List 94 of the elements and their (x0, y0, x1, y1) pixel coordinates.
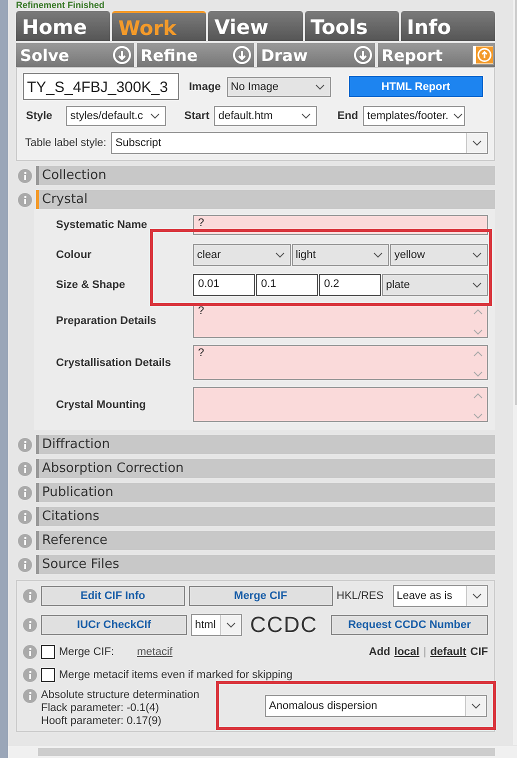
main-tab[interactable]: View (208, 11, 303, 41)
style-label: Style (26, 110, 52, 122)
main-tab[interactable]: Info (400, 11, 496, 41)
chevron-icon (471, 703, 481, 709)
chevron-icon (472, 593, 482, 599)
main-tab[interactable]: Home (16, 11, 110, 41)
text-area[interactable] (193, 387, 488, 422)
table-label-style-dropdown[interactable]: Subscript (111, 132, 488, 154)
image-dropdown[interactable]: No Image (226, 76, 331, 96)
separator-text: | (423, 646, 426, 658)
section-header[interactable]: Diffraction (36, 435, 495, 454)
start-label: Start (184, 110, 210, 122)
ccdc-logo: CCDC (250, 612, 318, 638)
field-label: Crystallisation Details (56, 356, 172, 368)
expand-icon[interactable] (352, 44, 374, 66)
metacif-link[interactable]: metacif (137, 646, 172, 658)
section-header[interactable]: Citations (36, 507, 495, 526)
section-header[interactable]: Reference (36, 531, 495, 550)
chevron-icon (472, 252, 482, 258)
request-ccdc-button[interactable]: Request CCDC Number (331, 615, 488, 635)
shape-dropdown[interactable]: plate (382, 274, 488, 296)
colour-dropdown[interactable]: clear (193, 244, 291, 266)
merge-cif-label: Merge CIF: (59, 646, 114, 658)
merge-skipped-label: Merge metacif items even if marked for skipping (59, 669, 293, 681)
cif-label: CIF (470, 646, 488, 658)
section-header[interactable]: Collection (36, 166, 495, 185)
collapse-icon[interactable] (472, 45, 494, 65)
chevron-icon (453, 113, 464, 119)
field-label: Colour (56, 248, 92, 260)
absolute-structure-dropdown[interactable]: Anomalous dispersion (265, 695, 487, 717)
chevron-icon (301, 113, 312, 119)
info-icon[interactable] (18, 462, 32, 476)
chevron-icon (314, 84, 325, 90)
chevron-icon (226, 622, 236, 628)
info-icon[interactable] (18, 168, 32, 182)
file-name-field[interactable]: TY_S_4FBJ_300K_3 (23, 73, 179, 100)
size-field[interactable]: 0.01 (193, 274, 255, 296)
section-header[interactable]: Source Files (36, 555, 495, 574)
info-icon[interactable] (18, 534, 32, 548)
table-label-style-label: Table label style: (25, 137, 106, 149)
section-header[interactable]: Absorption Correction (36, 459, 495, 478)
section-header[interactable]: Crystal (36, 190, 495, 209)
edit-cif-button[interactable]: Edit CIF Info (41, 586, 185, 606)
status-text: Refinement Finished (16, 0, 106, 11)
flack-parameter-text: Flack parameter: -0.1(4) (41, 702, 160, 715)
checkbox[interactable] (41, 645, 55, 659)
info-icon[interactable] (23, 589, 37, 603)
info-icon[interactable] (18, 438, 32, 452)
colour-dropdown[interactable]: yellow (390, 244, 488, 266)
sub-tab[interactable]: Report (378, 43, 495, 67)
end-dropdown[interactable]: templates/footer. (363, 106, 466, 126)
merge-cif-button[interactable]: Merge CIF (188, 586, 332, 606)
chevron-icon (274, 252, 285, 258)
checkbox[interactable] (41, 668, 55, 682)
absolute-structure-title: Absolute structure determination (41, 689, 200, 702)
chevron-icon (373, 252, 384, 258)
sub-tab[interactable]: Draw (257, 43, 374, 67)
format-dropdown[interactable]: html (191, 614, 242, 636)
info-icon[interactable] (23, 689, 37, 703)
hkl-res-label: HKL/RES (336, 590, 384, 602)
style-dropdown[interactable]: styles/default.c (66, 106, 166, 126)
image-label: Image (189, 80, 221, 92)
html-report-button[interactable]: HTML Report (348, 76, 483, 97)
local-link[interactable]: local (394, 646, 420, 658)
chevron-icon (472, 282, 482, 288)
info-icon[interactable] (18, 486, 32, 500)
start-dropdown[interactable]: default.htm (214, 106, 318, 126)
default-link[interactable]: default (430, 646, 466, 658)
chevron-icon (472, 140, 482, 146)
size-field[interactable]: 0.2 (319, 274, 381, 296)
info-icon[interactable] (18, 558, 32, 572)
sub-tab[interactable]: Solve (16, 43, 134, 67)
section-header[interactable]: Publication (36, 483, 495, 502)
sub-tab[interactable]: Refine (136, 43, 254, 67)
hooft-parameter-text: Hooft parameter: 0.17(9) (41, 715, 162, 728)
text-area[interactable]: ? (193, 303, 488, 338)
main-tab[interactable]: Tools (304, 11, 399, 41)
add-label: Add (368, 646, 390, 658)
expand-icon[interactable] (110, 44, 132, 66)
chevron-icon (150, 113, 160, 119)
field-label: Systematic Name (56, 218, 148, 230)
info-icon[interactable] (23, 618, 37, 632)
hkl-res-dropdown[interactable]: Leave as is (392, 585, 488, 607)
end-label: End (337, 110, 358, 122)
info-icon[interactable] (18, 510, 32, 524)
size-field[interactable]: 0.1 (256, 274, 318, 296)
checkcif-button[interactable]: IUCr CheckCIf (41, 615, 187, 635)
colour-dropdown[interactable]: light (292, 244, 390, 266)
field-label: Size & Shape (56, 278, 126, 290)
info-icon[interactable] (18, 192, 32, 206)
expand-icon[interactable] (231, 44, 253, 66)
text-area[interactable]: ? (193, 345, 488, 380)
field-label: Preparation Details (56, 314, 158, 326)
field-label: Crystal Mounting (56, 398, 147, 410)
